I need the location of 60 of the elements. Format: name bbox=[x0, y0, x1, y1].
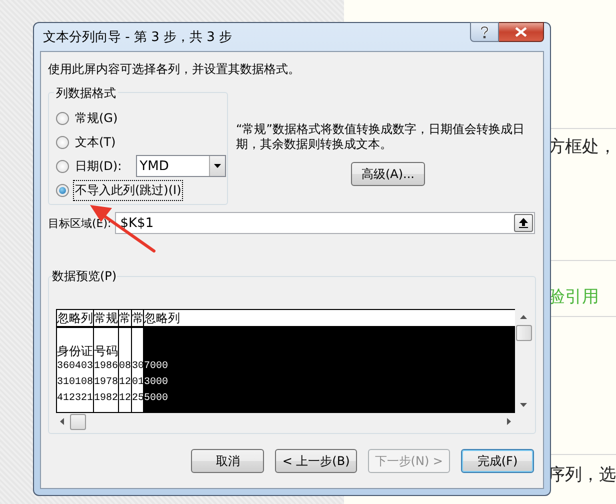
group-title: 数据预览(P) bbox=[52, 268, 117, 285]
dropdown-arrow-icon bbox=[214, 164, 221, 168]
table-cell-text: 12 bbox=[119, 392, 131, 406]
table-cell-text: 1982 bbox=[94, 392, 118, 406]
radio-label[interactable]: 不导入此列(跳过)(I) bbox=[73, 180, 184, 200]
dialog-button[interactable]: 完成(F) bbox=[461, 449, 534, 473]
date-format-dropdown[interactable]: YMD bbox=[136, 155, 226, 177]
table-cell-text: 360403 bbox=[57, 360, 93, 374]
table-cell-text: 310108 bbox=[57, 376, 93, 390]
radio-label[interactable]: 日期(D): bbox=[73, 156, 124, 176]
table-cell-text: 12 bbox=[119, 376, 131, 390]
collapse-button[interactable] bbox=[514, 214, 533, 232]
scroll-thumb[interactable] bbox=[70, 414, 86, 430]
advanced-button[interactable]: 高级(A)... bbox=[351, 162, 425, 186]
table-cell-text: 412321 bbox=[57, 392, 93, 406]
scroll-thumb[interactable] bbox=[516, 325, 532, 341]
radio-button[interactable] bbox=[56, 184, 69, 196]
radio-button[interactable] bbox=[56, 136, 69, 148]
destination-field[interactable]: $K$1 bbox=[115, 212, 535, 234]
close-button[interactable] bbox=[499, 22, 544, 42]
table-cell-text: 5000 bbox=[144, 392, 170, 406]
radio-button[interactable] bbox=[56, 112, 69, 124]
table-cell-text: 25 bbox=[132, 392, 143, 406]
preview-column[interactable]: 7000 3000 5000 bbox=[144, 328, 515, 412]
scroll-left-icon bbox=[60, 418, 64, 425]
column-header[interactable]: 常 bbox=[119, 310, 131, 328]
table-cell-text: 1978 bbox=[94, 376, 118, 390]
radio-label[interactable]: 常规(G) bbox=[73, 108, 120, 128]
dialog-button[interactable]: 取消 bbox=[191, 449, 264, 473]
scroll-down-icon bbox=[520, 403, 527, 407]
instruction-text: 使用此屏内容可选择各列，并设置其数据格式。 bbox=[48, 61, 301, 78]
table-cell-text: 08 bbox=[119, 360, 131, 374]
column-header[interactable]: 忽略列 bbox=[57, 310, 93, 328]
description-text: 期，其余数据则转换成文本。 bbox=[236, 137, 393, 152]
close-icon bbox=[515, 27, 527, 37]
table-cell: 号码 bbox=[94, 343, 118, 359]
help-icon bbox=[480, 26, 489, 38]
table-cell-text: 01 bbox=[132, 376, 143, 390]
table-cell-text: 3000 bbox=[144, 376, 170, 390]
preview-column[interactable]: 号码 1986 1978 1982 bbox=[94, 328, 118, 412]
column-header[interactable]: 常 bbox=[132, 310, 143, 328]
up-arrow-icon bbox=[519, 218, 528, 228]
description-text: “常规”数据格式将数值转换成数字，日期值会转换成日 bbox=[236, 122, 524, 137]
column-header[interactable]: 常规 bbox=[94, 310, 118, 328]
dialog-button[interactable]: < 上一步(B) bbox=[275, 449, 357, 473]
window-title: 文本分列向导 - 第 3 步，共 3 步 bbox=[42, 29, 234, 46]
preview-column[interactable]: 30 01 25 bbox=[132, 328, 143, 412]
table-cell-text: 1986 bbox=[94, 360, 118, 374]
help-button[interactable] bbox=[470, 22, 499, 42]
table-cell: 身份证 bbox=[57, 343, 93, 359]
preview-column[interactable]: 08 12 12 bbox=[119, 328, 131, 412]
radio-label[interactable]: 文本(T) bbox=[73, 132, 118, 152]
table-cell-text: 30 bbox=[132, 360, 143, 374]
group-title: 列数据格式 bbox=[54, 85, 118, 102]
scroll-right-icon bbox=[507, 418, 511, 425]
radio-button[interactable] bbox=[56, 160, 69, 172]
table-cell-text: 7000 bbox=[144, 360, 170, 374]
scroll-up-icon bbox=[520, 315, 527, 319]
preview-column[interactable]: 身份证 360403 310108 412321 bbox=[57, 328, 93, 412]
column-header[interactable]: 忽略列 bbox=[144, 310, 515, 328]
